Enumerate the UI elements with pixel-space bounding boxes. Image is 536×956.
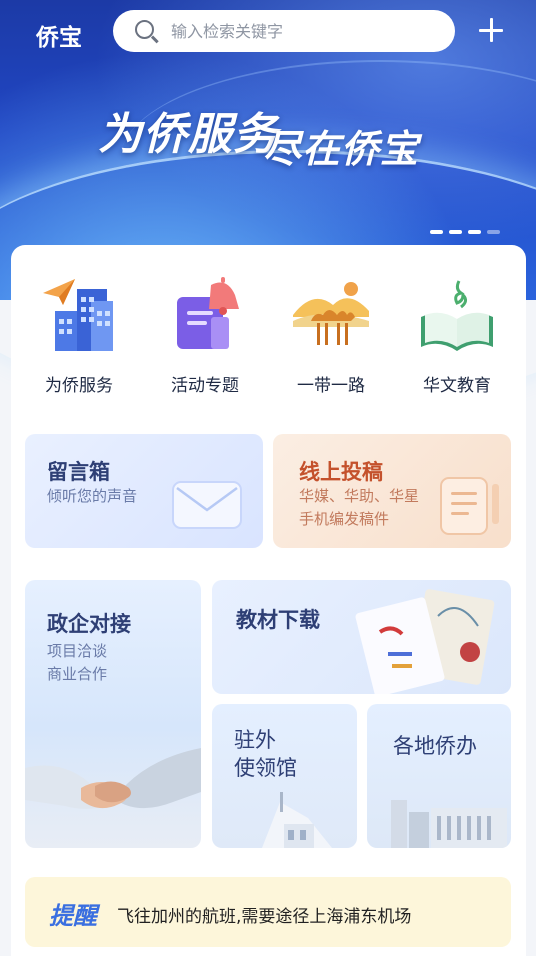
tile-title: 留言箱 [47, 460, 110, 484]
tile-title-line-2: 使领馆 [234, 756, 297, 780]
notice-tag: 提醒 [49, 902, 97, 930]
tile-local-offices[interactable]: 各地侨办 [367, 704, 511, 848]
carousel-dot[interactable] [468, 230, 481, 234]
add-icon[interactable] [478, 17, 504, 43]
carousel-dot[interactable] [449, 230, 462, 234]
search-input[interactable] [171, 10, 441, 52]
camel-desert-icon [293, 282, 369, 345]
quick-link-chinese-education[interactable]: 华文教育 [393, 275, 521, 400]
quick-link-activities[interactable]: 活动专题 [141, 275, 269, 400]
banner-slogan: 为侨服务 尽在侨宝 [98, 98, 438, 171]
tile-title-line-1: 驻外 [234, 728, 276, 752]
search-icon [135, 20, 154, 39]
embassy-building-image [262, 792, 332, 848]
app-title: 侨宝 [36, 25, 82, 51]
tile-title: 政企对接 [47, 612, 131, 636]
app-home: 为侨服务 尽在侨宝 侨宝 输入检索关键字 为侨服务 活动专题 一带一路 华文教育… [0, 0, 536, 956]
quick-link-label: 一带一路 [297, 376, 365, 396]
envelope-icon [172, 481, 242, 529]
tile-title: 线上投稿 [299, 460, 383, 484]
carousel-dot[interactable] [487, 230, 500, 234]
city-skyline-image [391, 800, 507, 848]
tile-subtitle-line-2: 商业合作 [47, 665, 108, 683]
tile-subtitle-line-2: 手机编发稿件 [299, 510, 390, 528]
tile-title: 教材下载 [236, 608, 320, 632]
tile-gov-business[interactable]: 政企对接 项目洽谈 商业合作 [25, 580, 201, 848]
tile-subtitle-line-1: 项目洽谈 [47, 642, 108, 660]
slogan-line-1: 为侨服务 [98, 109, 278, 160]
manuscript-icon [440, 477, 499, 535]
notice-message: 飞往加州的航班,需要途径上海浦东机场 [117, 907, 412, 927]
tile-subtitle-line-1: 华媒、华助、华星 [299, 487, 420, 505]
quick-link-belt-and-road[interactable]: 一带一路 [267, 275, 395, 400]
top-bar: 侨宝 [0, 0, 536, 62]
slogan-line-2: 尽在侨宝 [263, 126, 420, 171]
tile-embassy[interactable]: 驻外 使领馆 [212, 704, 357, 848]
notice-banner[interactable]: 提醒 飞往加州的航班,需要途径上海浦东机场 [25, 877, 511, 947]
quick-links: 为侨服务 活动专题 一带一路 华文教育 [11, 275, 526, 405]
tile-message-box[interactable]: 留言箱 倾听您的声音 [25, 434, 263, 548]
quick-link-label: 活动专题 [171, 376, 239, 396]
document-bell-icon [177, 277, 239, 349]
tile-textbook-download[interactable]: 教材下载 [212, 580, 511, 694]
carousel-indicator [430, 230, 500, 234]
quick-link-overseas-service[interactable]: 为侨服务 [15, 275, 143, 400]
textbook-covers-image [355, 589, 495, 694]
search-bar[interactable] [113, 10, 455, 52]
open-book-icon [421, 280, 493, 351]
tile-subtitle: 倾听您的声音 [47, 487, 138, 505]
tile-submit-post[interactable]: 线上投稿 华媒、华助、华星 手机编发稿件 [273, 434, 511, 548]
carousel-dot[interactable] [430, 230, 443, 234]
handshake-image [25, 748, 201, 809]
quick-link-label: 为侨服务 [45, 376, 113, 396]
city-buildings-plane-icon [43, 279, 113, 351]
tile-title: 各地侨办 [393, 734, 477, 758]
quick-link-label: 华文教育 [423, 376, 491, 396]
